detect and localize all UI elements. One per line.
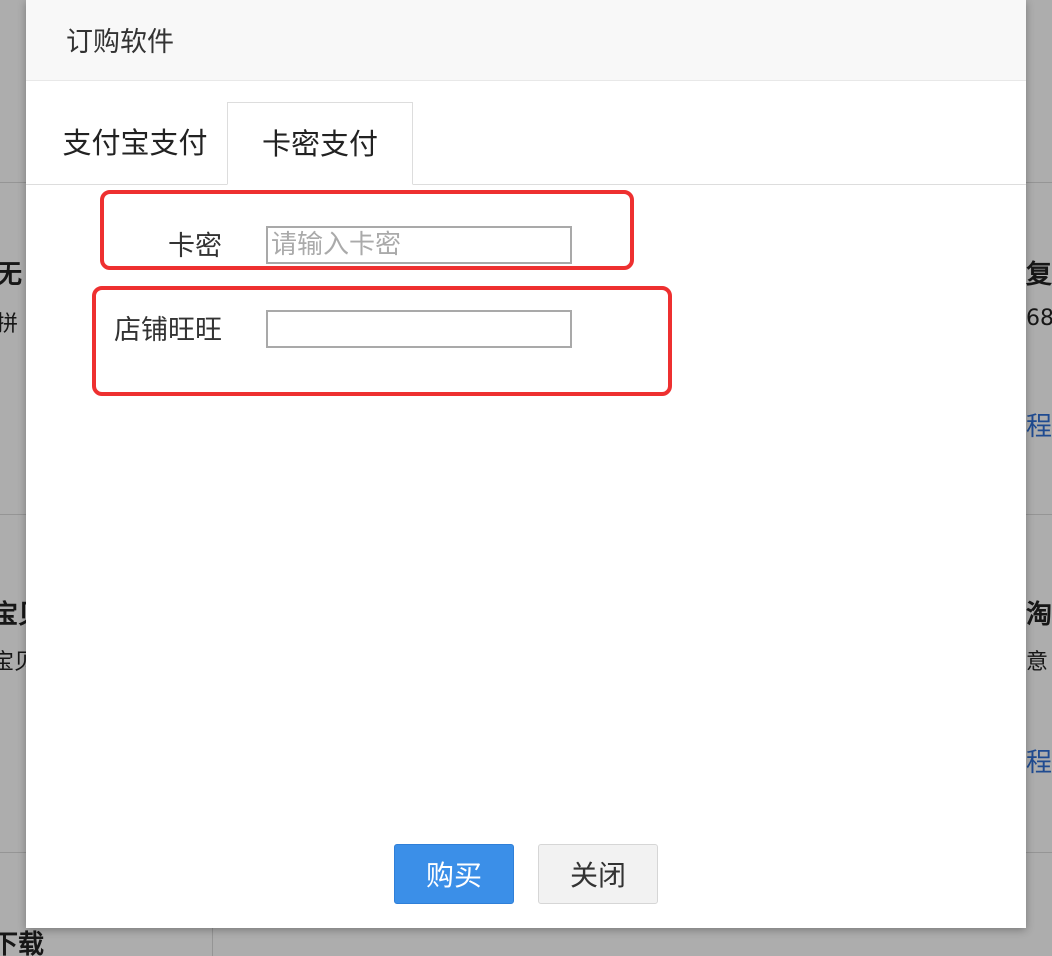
card-key-input[interactable] (266, 226, 572, 264)
order-software-dialog: 订购软件 支付宝支付 卡密支付 卡密 店铺旺旺 购买 关闭 (26, 0, 1026, 928)
dialog-header: 订购软件 (26, 0, 1026, 81)
shop-wangwang-label: 店铺旺旺 (114, 315, 222, 346)
payment-tabs: 支付宝支付 卡密支付 (26, 102, 1026, 185)
card-key-label: 卡密 (168, 231, 222, 262)
buy-button[interactable]: 购买 (394, 844, 514, 904)
shop-wangwang-input[interactable] (266, 310, 572, 348)
close-button[interactable]: 关闭 (538, 844, 658, 904)
tab-alipay-payment[interactable]: 支付宝支付 (40, 102, 230, 184)
tab-card-key-payment[interactable]: 卡密支付 (227, 102, 413, 185)
dialog-title: 订购软件 (66, 27, 174, 58)
